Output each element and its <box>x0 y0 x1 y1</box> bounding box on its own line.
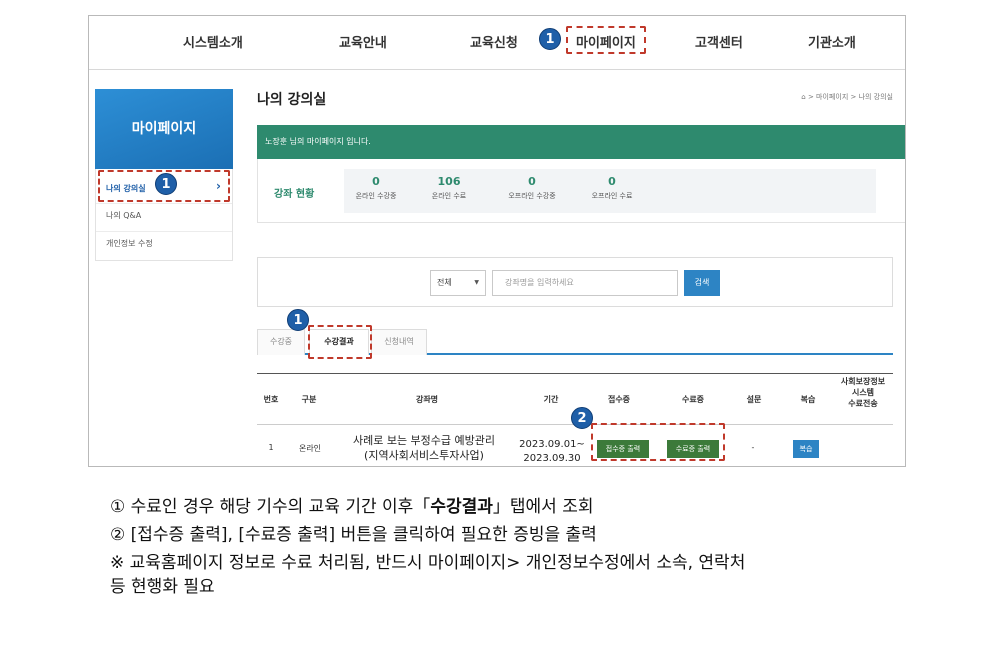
sidebar-divider <box>96 203 232 204</box>
note-1-post: 」탭에서 조회 <box>492 497 594 517</box>
search-panel: 전체 ▼ 강좌명을 입력하세요 검색 <box>257 257 893 307</box>
stat-offline-in-progress: 0 오프라인 수강중 <box>492 175 572 201</box>
stats-label: 강좌 현황 <box>274 189 315 200</box>
sidebar-item-edit-profile[interactable]: 개인정보 수정 <box>106 238 153 249</box>
step-badge: 1 <box>287 309 309 331</box>
nav-institution-intro[interactable]: 기관소개 <box>808 32 856 51</box>
category-select[interactable]: 전체 ▼ <box>430 270 486 296</box>
col-survey: 설문 <box>746 395 762 404</box>
note-1-bold: 수강결과 <box>430 497 493 517</box>
note-3-line1: ※ 교육홈페이지 정보로 수료 처리됨, 반드시 마이페이지> 개인정보수정에서… <box>110 553 746 573</box>
sidebar-divider <box>96 231 232 232</box>
stats-values: 0 온라인 수강중 106 온라인 수료 0 오프라인 수강중 0 오프라인 수… <box>344 169 876 213</box>
table-row: 1 온라인 사례로 보는 부정수급 예방관리 (지역사회서비스투자사업) 202… <box>257 425 893 466</box>
cell-type: 온라인 <box>298 444 322 453</box>
stat-label: 온라인 수강중 <box>355 192 397 200</box>
stat-offline-completed: 0 오프라인 수료 <box>572 175 652 201</box>
course-stats-panel: 강좌 현황 0 온라인 수강중 106 온라인 수료 0 오프라인 수강중 0 … <box>257 159 905 223</box>
search-input[interactable]: 강좌명을 입력하세요 <box>492 270 678 296</box>
col-receipt: 접수증 <box>607 395 631 404</box>
note-1: ① 수료인 경우 해당 기수의 교육 기간 이후「수강결과」탭에서 조회 <box>110 494 925 520</box>
caret-down-icon: ▼ <box>474 279 479 286</box>
cell-no: 1 <box>268 443 274 452</box>
nav-education-apply[interactable]: 교육신청 <box>470 32 518 51</box>
search-button[interactable]: 검색 <box>684 270 720 296</box>
instruction-notes: ① 수료인 경우 해당 기수의 교육 기간 이후「수강결과」탭에서 조회 ② [… <box>110 494 925 602</box>
nav-education-guide[interactable]: 교육안내 <box>339 32 387 51</box>
stat-value: 0 <box>608 175 616 188</box>
nav-system-intro[interactable]: 시스템소개 <box>183 32 243 51</box>
greeting-banner: 노장훈 님의 마이페이지 입니다. <box>257 125 905 159</box>
stat-online-completed: 106 온라인 수료 <box>409 175 489 201</box>
results-tab-highlight-box <box>308 325 372 359</box>
print-buttons-highlight-box <box>591 423 725 461</box>
col-social-security-transfer: 사회보장정보 시스템 수료전송 <box>840 377 886 408</box>
sidebar-title: 마이페이지 <box>95 89 233 169</box>
step-badge: 2 <box>571 407 593 429</box>
stat-label: 오프라인 수강중 <box>508 192 556 200</box>
note-1-pre: ① 수료인 경우 해당 기수의 교육 기간 이후「 <box>110 497 431 517</box>
stat-label: 오프라인 수료 <box>591 192 633 200</box>
page-title: 나의 강의실 <box>257 92 327 108</box>
col-period: 기간 <box>543 395 559 404</box>
col-course: 강좌명 <box>415 395 439 404</box>
mypage-highlight-box <box>566 26 646 54</box>
stat-online-in-progress: 0 온라인 수강중 <box>336 175 416 201</box>
note-3-line2: 등 현행화 필요 <box>110 577 215 597</box>
cell-period-start: 2023.09.01~ <box>519 439 585 450</box>
stat-value: 0 <box>528 175 536 188</box>
stat-value: 0 <box>372 175 380 188</box>
col-no: 번호 <box>263 395 279 404</box>
cell-course-name[interactable]: 사례로 보는 부정수급 예방관리 <box>329 433 519 448</box>
stat-value: 106 <box>437 175 461 188</box>
col-review: 복습 <box>800 395 816 404</box>
stat-label: 온라인 수료 <box>431 192 467 200</box>
step-badge: 1 <box>539 28 561 50</box>
select-value: 전체 <box>437 278 452 287</box>
breadcrumb[interactable]: ⌂ > 마이페이지 > 나의 강의실 <box>801 92 893 102</box>
review-button[interactable]: 복습 <box>793 440 819 458</box>
tab-in-progress[interactable]: 수강중 <box>257 329 305 355</box>
top-navigation: 시스템소개 교육안내 교육신청 마이페이지 고객센터 기관소개 1 <box>89 16 905 70</box>
sidebar-item-my-qna[interactable]: 나의 Q&A <box>106 210 141 221</box>
cell-period-end: 2023.09.30 <box>523 453 581 464</box>
step-badge: 1 <box>155 173 177 195</box>
col-type: 구분 <box>301 395 317 404</box>
tab-applications[interactable]: 신청내역 <box>371 329 427 355</box>
nav-customer-center[interactable]: 고객센터 <box>695 32 743 51</box>
col-certificate: 수료증 <box>681 395 705 404</box>
note-2: ② [접수증 출력], [수료증 출력] 버튼을 클릭하여 필요한 증빙을 출력 <box>110 525 597 545</box>
screenshot-frame: 시스템소개 교육안내 교육신청 마이페이지 고객센터 기관소개 1 마이페이지 … <box>88 15 906 467</box>
cell-course-subtitle: (지역사회서비스투자사업) <box>364 449 484 462</box>
cell-survey: - <box>751 443 755 452</box>
